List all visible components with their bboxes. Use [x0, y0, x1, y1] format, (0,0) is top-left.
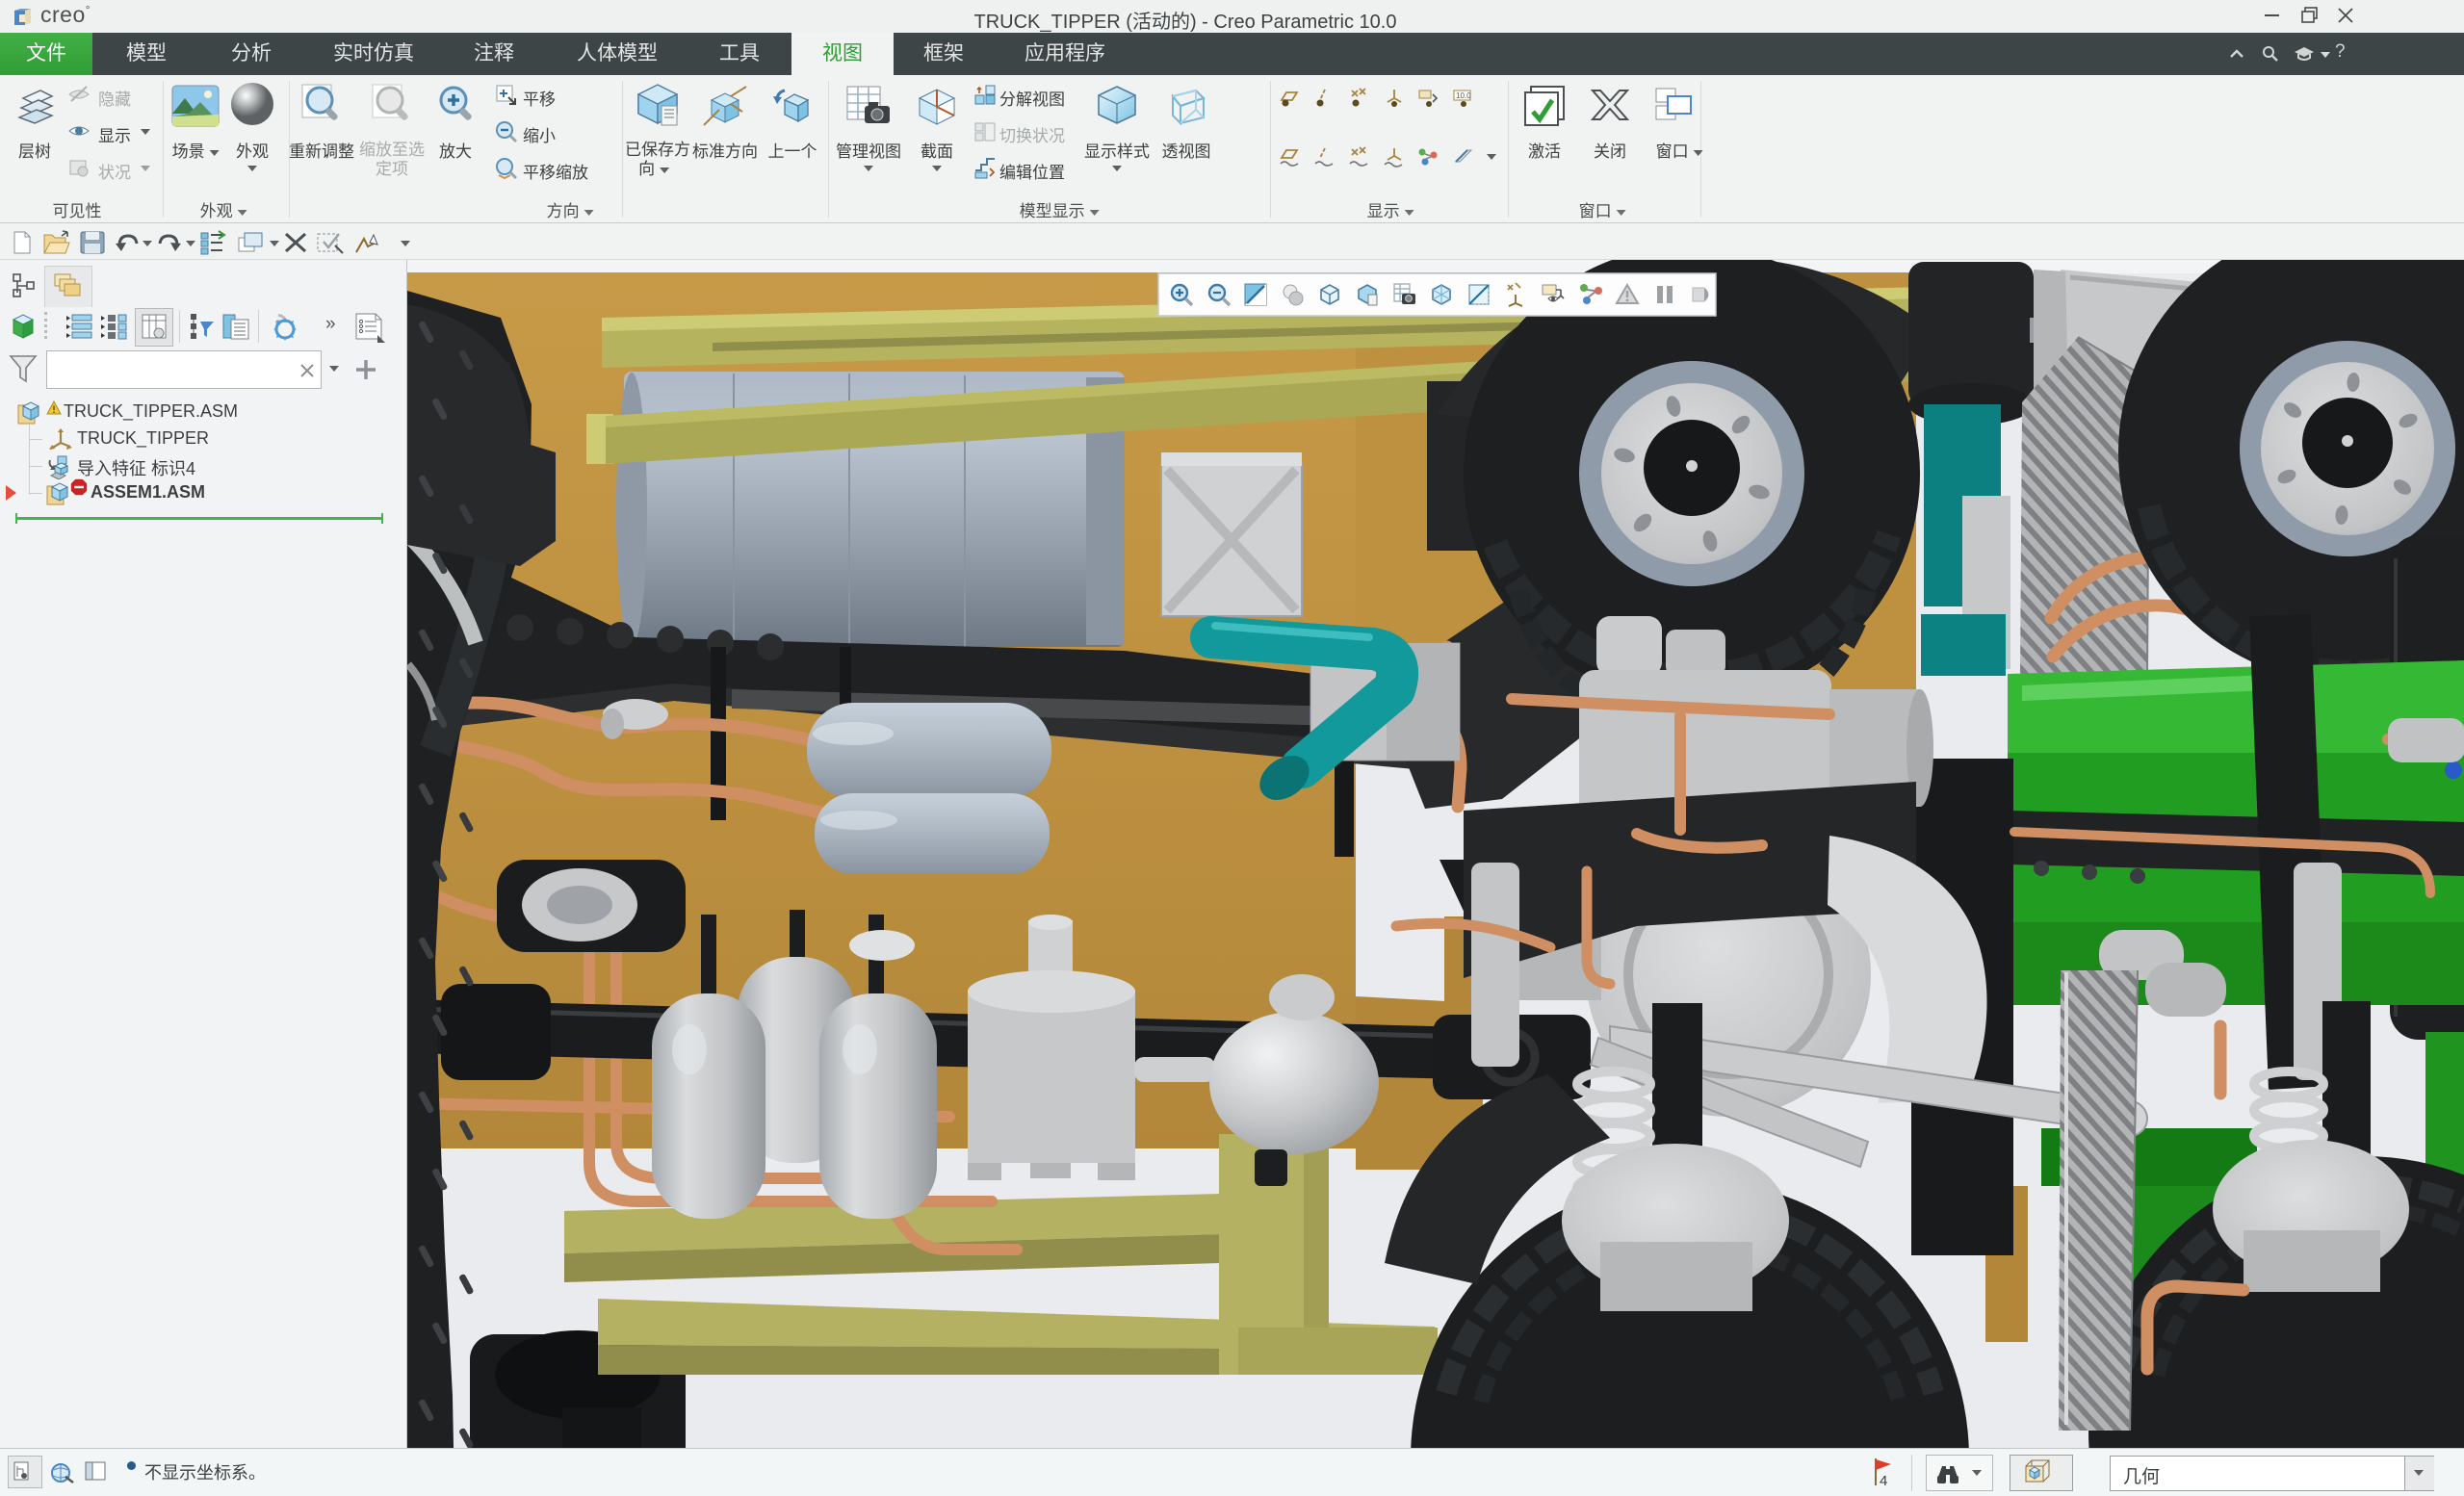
- svg-text:4: 4: [1880, 1473, 1887, 1489]
- svg-text:10.0: 10.0: [1456, 91, 1471, 100]
